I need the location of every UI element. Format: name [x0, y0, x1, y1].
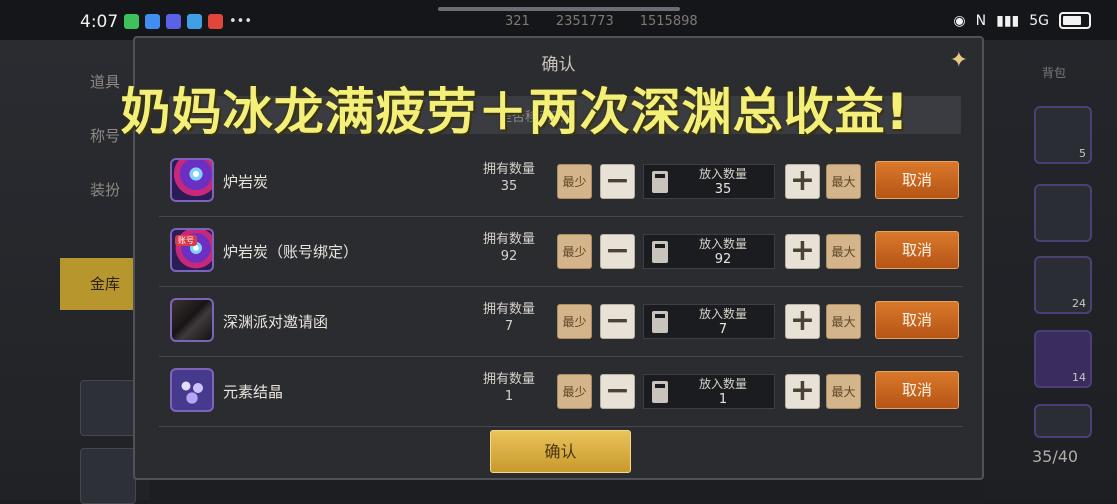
- item-name: 炉岩炭（账号绑定）: [223, 243, 359, 261]
- quantity-input[interactable]: 放入数量 7: [643, 304, 775, 339]
- item-name: 炉岩炭: [223, 173, 269, 191]
- min-button[interactable]: 最少: [557, 164, 592, 199]
- item-name: 元素结晶: [223, 383, 284, 401]
- notification-icons: •••: [124, 14, 253, 29]
- owned-quantity: 拥有数量 7: [477, 301, 541, 335]
- list-item: 深渊派对邀请函 拥有数量 7 最少 − 放入数量 7 + 最大 取消: [159, 286, 963, 357]
- resource-value: 1515898: [639, 14, 698, 29]
- owned-label: 拥有数量: [482, 162, 535, 177]
- min-button[interactable]: 最少: [557, 304, 592, 339]
- max-button[interactable]: 最大: [826, 164, 861, 199]
- item-name: 深渊派对邀请函: [223, 313, 329, 331]
- bound-tag: 账号: [175, 235, 197, 246]
- quantity-input[interactable]: 放入数量 1: [643, 374, 775, 409]
- app-icon: [145, 14, 160, 29]
- list-item: 炉岩炭 拥有数量 35 最少 − 放入数量 35 + 最大 取消: [159, 146, 963, 217]
- decrease-button[interactable]: −: [600, 164, 635, 199]
- cancel-button[interactable]: 取消: [875, 371, 959, 409]
- inventory-header: 背包: [1042, 66, 1067, 80]
- close-icon[interactable]: ✦: [950, 48, 968, 73]
- wechat-icon: [124, 14, 139, 29]
- min-button[interactable]: 最少: [557, 234, 592, 269]
- game-resources: 321 2351773 1515898: [505, 14, 698, 29]
- list-item: 元素结晶 拥有数量 1 最少 − 放入数量 1 + 最大 取消: [159, 356, 963, 427]
- eye-icon: ◉: [953, 12, 966, 29]
- increase-button[interactable]: +: [785, 374, 820, 409]
- network-label: 5G: [1029, 12, 1049, 29]
- app-icon: [187, 14, 202, 29]
- put-count: 35: [714, 182, 732, 197]
- max-button[interactable]: 最大: [826, 234, 861, 269]
- page-indicator: 35/40: [1032, 447, 1079, 466]
- element-crystal-icon: [170, 368, 214, 412]
- list-item: 账号 炉岩炭（账号绑定） 拥有数量 92 最少 − 放入数量 92 + 最大 取…: [159, 216, 963, 287]
- item-thumbnail[interactable]: [80, 448, 136, 504]
- resource-value: 321: [505, 14, 530, 29]
- more-icon: •••: [229, 14, 253, 29]
- owned-count: 92: [500, 249, 518, 264]
- quantity-input[interactable]: 放入数量 35: [643, 164, 775, 199]
- owned-label: 拥有数量: [482, 232, 535, 247]
- decrease-button[interactable]: −: [600, 304, 635, 339]
- put-label: 放入数量: [698, 307, 747, 321]
- calculator-icon[interactable]: [652, 381, 668, 403]
- battery-icon: [1059, 12, 1091, 29]
- app-icon: [166, 14, 181, 29]
- abyss-invitation-icon: [170, 298, 214, 342]
- owned-quantity: 拥有数量 35: [477, 161, 541, 195]
- item-thumbnail[interactable]: [80, 380, 136, 436]
- quantity-input[interactable]: 放入数量 92: [643, 234, 775, 269]
- owned-label: 拥有数量: [482, 302, 535, 317]
- cancel-button[interactable]: 取消: [875, 231, 959, 269]
- decrease-button[interactable]: −: [600, 374, 635, 409]
- owned-count: 35: [500, 179, 518, 194]
- inventory-slot[interactable]: [1034, 404, 1092, 438]
- calculator-icon[interactable]: [652, 311, 668, 333]
- clock: 4:07: [80, 12, 119, 32]
- owned-count: 7: [504, 319, 514, 334]
- put-label: 放入数量: [698, 377, 747, 391]
- signal-icon: ▮▮▮: [996, 12, 1020, 29]
- home-indicator: [438, 7, 680, 11]
- inventory-slot[interactable]: 14: [1034, 330, 1092, 388]
- item-list: 炉岩炭 拥有数量 35 最少 − 放入数量 35 + 最大 取消 账号 炉岩炭（…: [159, 146, 963, 451]
- owned-quantity: 拥有数量 92: [477, 231, 541, 265]
- cancel-button[interactable]: 取消: [875, 301, 959, 339]
- put-count: 1: [718, 392, 728, 407]
- increase-button[interactable]: +: [785, 164, 820, 199]
- min-button[interactable]: 最少: [557, 374, 592, 409]
- inventory-panel: 背包 5 24 14 35/40: [982, 40, 1117, 500]
- increase-button[interactable]: +: [785, 304, 820, 339]
- fire-coal-icon: [170, 158, 214, 202]
- inventory-slot[interactable]: [1034, 184, 1092, 242]
- cancel-button[interactable]: 取消: [875, 161, 959, 199]
- dialog-title: 确认: [541, 55, 576, 75]
- owned-label: 拥有数量: [482, 372, 535, 387]
- inventory-slot[interactable]: 24: [1034, 256, 1092, 314]
- app-icon: [208, 14, 223, 29]
- calculator-icon[interactable]: [652, 171, 668, 193]
- calculator-icon[interactable]: [652, 241, 668, 263]
- confirm-button[interactable]: 确认: [490, 430, 631, 473]
- bound-fire-coal-icon: 账号: [170, 228, 214, 272]
- owned-quantity: 拥有数量 1: [477, 371, 541, 405]
- max-button[interactable]: 最大: [826, 374, 861, 409]
- put-label: 放入数量: [698, 167, 747, 181]
- put-count: 7: [718, 322, 728, 337]
- max-button[interactable]: 最大: [826, 304, 861, 339]
- resource-value: 2351773: [555, 14, 614, 29]
- put-label: 放入数量: [698, 237, 747, 251]
- overlay-caption: 奶妈冰龙满疲劳＋两次深渊总收益!: [120, 83, 910, 141]
- status-bar: 4:07 ••• 321 2351773 1515898 ◉ N ▮▮▮ 5G: [0, 0, 1117, 40]
- decrease-button[interactable]: −: [600, 234, 635, 269]
- system-status: ◉ N ▮▮▮ 5G: [953, 12, 1091, 29]
- owned-count: 1: [504, 389, 514, 404]
- put-count: 92: [714, 252, 732, 267]
- nfc-icon: N: [975, 12, 987, 29]
- inventory-slot[interactable]: 5: [1034, 106, 1092, 164]
- increase-button[interactable]: +: [785, 234, 820, 269]
